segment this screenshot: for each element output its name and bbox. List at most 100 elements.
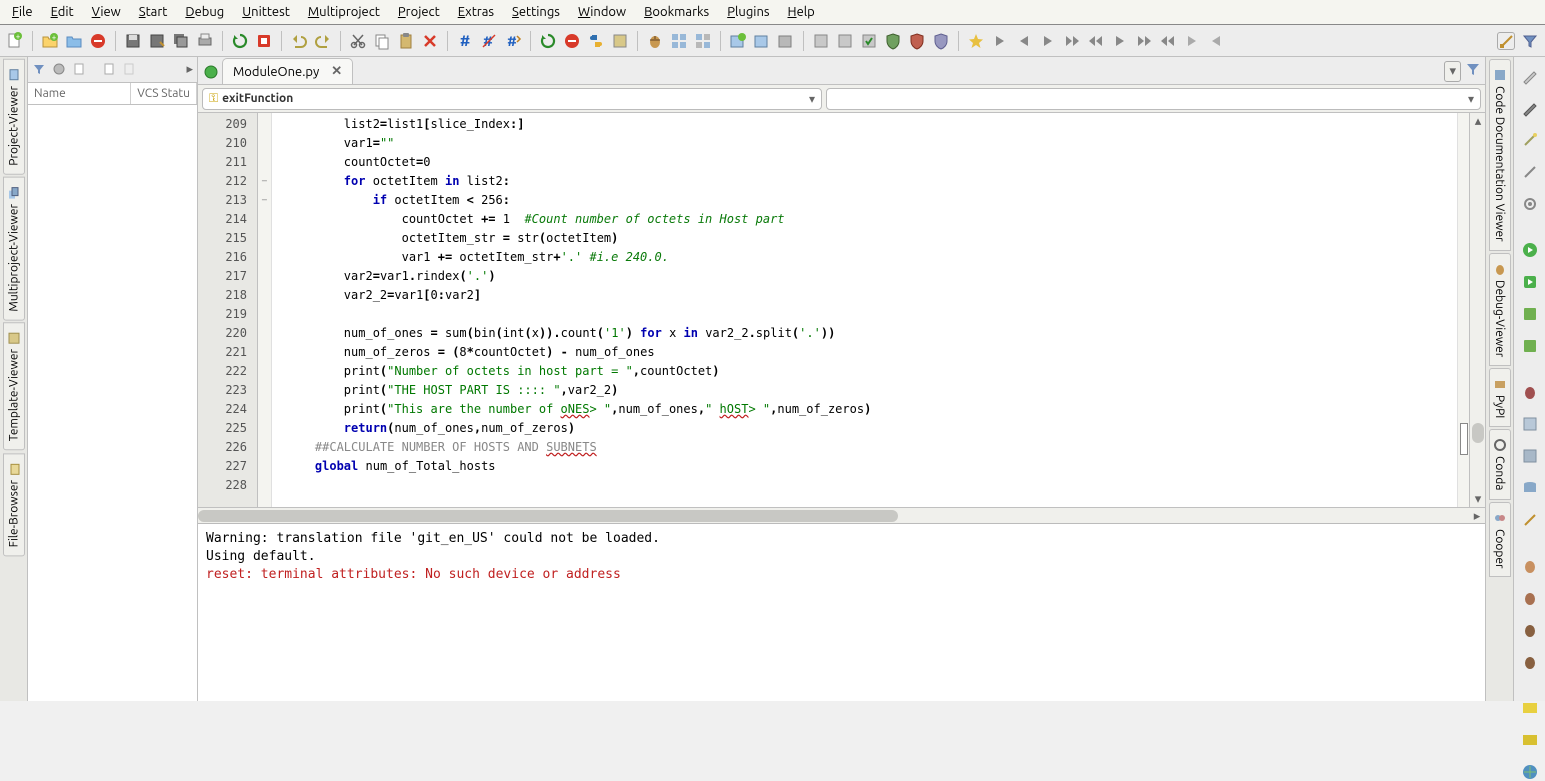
stop2-icon[interactable] [563,32,581,50]
col-vcs[interactable]: VCS Statu [131,83,197,104]
grid2-icon[interactable] [694,32,712,50]
overview-ruler[interactable] [1457,113,1469,507]
nav5-icon[interactable] [1087,32,1105,50]
vcs2-icon[interactable] [836,32,854,50]
fold-column[interactable]: −− [258,113,272,507]
uncomment-icon[interactable]: # [480,32,498,50]
proj1-icon[interactable] [753,32,771,50]
reload-icon[interactable] [231,32,249,50]
nav4-icon[interactable] [1063,32,1081,50]
shield3-icon[interactable] [932,32,950,50]
save-as-icon[interactable] [148,32,166,50]
scroll-down-icon[interactable]: ▾ [1470,491,1485,507]
save-icon[interactable] [124,32,142,50]
page-icon[interactable] [72,62,88,78]
tool-pencil-icon[interactable] [1521,67,1539,85]
page2-icon[interactable] [102,62,118,78]
tool-play-green2-icon[interactable] [1521,273,1539,291]
code-editor[interactable]: list2=list1[slice_Index:] var1="" countO… [272,113,1457,507]
vertical-scrollbar[interactable]: ▴ ▾ [1469,113,1485,507]
open2-icon[interactable] [65,32,83,50]
menu-bookmarks[interactable]: Bookmarks [636,3,717,21]
new-file-icon[interactable]: + [6,32,24,50]
paste-icon[interactable] [397,32,415,50]
copy-icon[interactable] [373,32,391,50]
proj-add-icon[interactable] [729,32,747,50]
menu-project[interactable]: Project [390,3,448,21]
vcs1-icon[interactable] [812,32,830,50]
grid1-icon[interactable] [670,32,688,50]
shield2-icon[interactable] [908,32,926,50]
filter3-icon[interactable] [1465,61,1481,77]
tab-moduleone[interactable]: ModuleOne.py ✕ [222,58,353,84]
tool-wand-icon[interactable] [1521,131,1539,149]
menu-edit[interactable]: Edit [43,3,82,21]
python-icon[interactable] [587,32,605,50]
undo-icon[interactable] [290,32,308,50]
hscroll-thumb[interactable] [198,510,898,522]
menu-view[interactable]: View [84,3,129,21]
horizontal-scrollbar[interactable]: ◂ ▸ [198,507,1485,523]
filter-icon[interactable] [1521,32,1539,50]
open-icon[interactable]: + [41,32,59,50]
menu-multiproject[interactable]: Multiproject [300,3,388,21]
secondary-combo[interactable]: ▾ [826,88,1481,110]
print-icon[interactable] [196,32,214,50]
tab-close-icon[interactable]: ✕ [331,64,342,79]
menu-settings[interactable]: Settings [504,3,568,21]
nav1-icon[interactable] [991,32,1009,50]
tool-play-green-icon[interactable] [1521,241,1539,259]
menu-debug[interactable]: Debug [177,3,232,21]
tab-dropdown-icon[interactable]: ▾ [1444,61,1461,82]
tool-bug-icon[interactable] [1521,383,1539,401]
vscroll-thumb[interactable] [1472,423,1484,443]
tab-debug-viewer[interactable]: Debug-Viewer [1489,253,1511,366]
save-all-icon[interactable] [172,32,190,50]
cut-icon[interactable] [349,32,367,50]
nav3-icon[interactable] [1039,32,1057,50]
scroll-right-icon[interactable]: ▸ [1469,508,1485,524]
output-console[interactable]: Warning: translation file 'git_en_US' co… [198,523,1485,701]
menu-extras[interactable]: Extras [450,3,502,21]
tool-db3-icon[interactable] [1521,479,1539,497]
nav6-icon[interactable] [1111,32,1129,50]
tool-bug4-icon[interactable] [1521,621,1539,639]
tool-globe-icon[interactable] [1521,763,1539,781]
menu-file[interactable]: File [4,3,41,21]
filter2-icon[interactable] [32,62,48,78]
star-icon[interactable] [967,32,985,50]
nav7-icon[interactable] [1135,32,1153,50]
module-icon[interactable] [611,32,629,50]
sphere-icon[interactable] [52,62,68,78]
tool-bug2-icon[interactable] [1521,557,1539,575]
format-icon[interactable]: # [504,32,522,50]
tool-gear-icon[interactable] [1521,195,1539,213]
redo-icon[interactable] [314,32,332,50]
delete-icon[interactable] [421,32,439,50]
col-name[interactable]: Name [28,83,131,104]
tool-db-icon[interactable] [1521,415,1539,433]
nav10-icon[interactable] [1207,32,1225,50]
tab-project-viewer[interactable]: Project-Viewer [3,59,25,175]
stop-icon[interactable] [255,32,273,50]
tool-bug5-icon[interactable] [1521,653,1539,671]
symbol-combo[interactable]: ⚿ exitFunction ▾ [202,88,822,110]
menu-help[interactable]: Help [780,3,823,21]
menu-start[interactable]: Start [131,3,176,21]
expand-left-icon[interactable]: ▸ [186,62,193,77]
whatsthis-icon[interactable] [1497,32,1515,50]
nav8-icon[interactable] [1159,32,1177,50]
nav2-icon[interactable] [1015,32,1033,50]
page3-icon[interactable] [122,62,138,78]
proj2-icon[interactable] [777,32,795,50]
tool-pen-icon[interactable] [1521,99,1539,117]
tool-db2-icon[interactable] [1521,447,1539,465]
run-icon[interactable] [539,32,557,50]
close-file-icon[interactable] [89,32,107,50]
tab-conda[interactable]: Conda [1489,429,1511,499]
tab-file-browser[interactable]: File-Browser [3,453,25,556]
tab-template-viewer[interactable]: Template-Viewer [3,322,25,450]
comment-icon[interactable]: # [456,32,474,50]
menu-window[interactable]: Window [570,3,634,21]
tab-cooperation[interactable]: Cooper [1489,502,1511,578]
